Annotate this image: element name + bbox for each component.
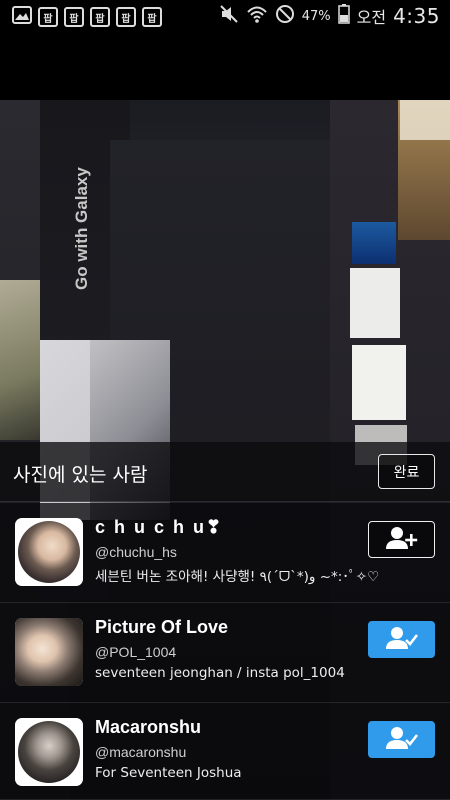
user-name[interactable]: Macaronshu bbox=[95, 717, 201, 738]
app-notification-icon: 팝 bbox=[64, 7, 84, 27]
user-handle: @chuchu_hs bbox=[95, 544, 177, 560]
user-bio: 세븐틴 버논 조아해! 사댱행! ٩(ˊᗜˋ*)و ~*:･ﾟ✧♡ bbox=[95, 569, 380, 585]
user-row[interactable]: c h u c h u❣ @chuchu_hs 세븐틴 버논 조아해! 사댱행!… bbox=[0, 503, 450, 603]
user-handle: @macaronshu bbox=[95, 744, 187, 760]
add-user-icon bbox=[385, 526, 419, 554]
user-check-icon bbox=[385, 726, 419, 754]
following-button[interactable] bbox=[368, 621, 435, 658]
gallery-notification-icon bbox=[12, 6, 32, 28]
following-button[interactable] bbox=[368, 721, 435, 758]
user-bio: For Seventeen Joshua bbox=[95, 765, 242, 781]
avatar-photo bbox=[18, 721, 80, 783]
avatar-photo bbox=[15, 618, 83, 686]
status-indicators: 47% 오전 4:35 bbox=[219, 4, 440, 28]
avatar-photo bbox=[18, 521, 80, 583]
user-check-icon bbox=[385, 626, 419, 654]
do-not-disturb-icon bbox=[275, 4, 295, 28]
user-handle: @POL_1004 bbox=[95, 644, 177, 660]
clock-ampm: 오전 bbox=[356, 8, 387, 27]
page-title: 사진에 있는 사람 bbox=[13, 464, 148, 486]
clock-time: 4:35 bbox=[393, 4, 440, 28]
user-name[interactable]: c h u c h u❣ bbox=[95, 517, 223, 538]
app-notification-icon: 팝 bbox=[116, 7, 136, 27]
notification-area: 팝 팝 팝 팝 팝 bbox=[12, 6, 162, 28]
user-row[interactable]: Macaronshu @macaronshu For Seventeen Jos… bbox=[0, 703, 450, 800]
user-row[interactable]: Picture Of Love @POL_1004 seventeen jeon… bbox=[0, 603, 450, 703]
screen-bright-1 bbox=[350, 268, 400, 338]
battery-percent: 47% bbox=[301, 8, 331, 24]
app-notification-icon: 팝 bbox=[38, 7, 58, 27]
app-notification-icon: 팝 bbox=[90, 7, 110, 27]
screen-blue bbox=[352, 222, 396, 264]
go-with-galaxy-sign: Go with Galaxy bbox=[72, 167, 91, 290]
follow-button[interactable] bbox=[368, 521, 435, 558]
screen-bright-2 bbox=[352, 345, 406, 420]
wifi-icon bbox=[246, 4, 268, 28]
mute-icon bbox=[219, 4, 239, 28]
right-edge-glow bbox=[400, 100, 450, 140]
avatar[interactable] bbox=[15, 518, 83, 586]
app-notification-icon: 팝 bbox=[142, 7, 162, 27]
done-button[interactable]: 완료 bbox=[378, 454, 435, 489]
avatar[interactable] bbox=[15, 718, 83, 786]
status-bar: 팝 팝 팝 팝 팝 47% 오전 4:35 bbox=[0, 0, 450, 32]
user-bio: seventeen jeonghan / insta pol_1004 bbox=[95, 665, 345, 681]
battery-icon bbox=[337, 4, 350, 28]
avatar[interactable] bbox=[15, 618, 83, 686]
top-band bbox=[0, 32, 450, 100]
user-name[interactable]: Picture Of Love bbox=[95, 617, 228, 638]
